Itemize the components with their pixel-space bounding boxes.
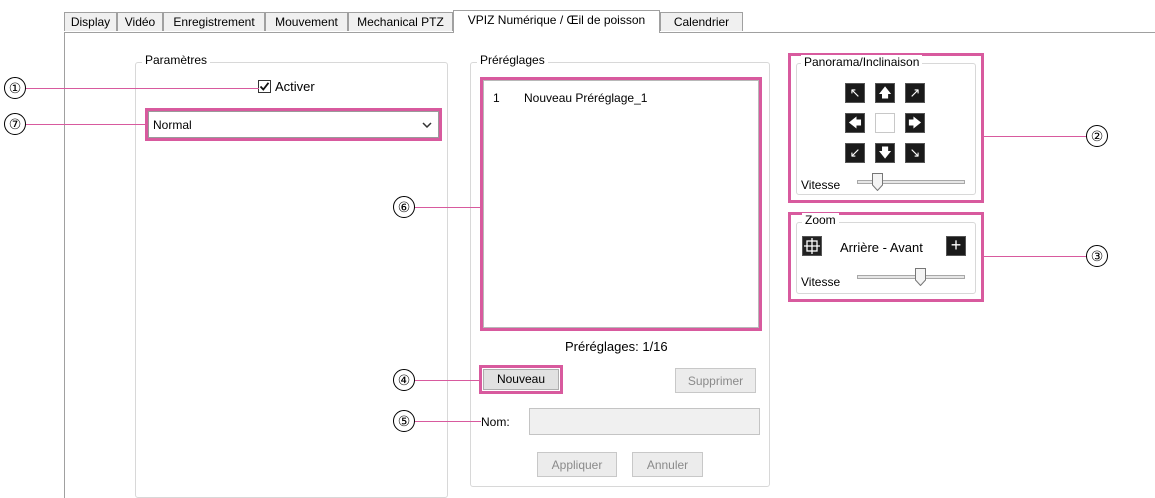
pan-center	[875, 113, 895, 133]
tab-mechanical-ptz[interactable]: Mechanical PTZ	[348, 12, 453, 31]
arrow-down-right-icon[interactable]: ↘	[905, 143, 925, 163]
nom-input[interactable]	[529, 408, 760, 435]
annuler-button[interactable]: Annuler	[632, 452, 703, 477]
callout-4-leader	[415, 380, 480, 381]
zoom-speed-slider[interactable]	[857, 275, 965, 279]
tab-enregistrement[interactable]: Enregistrement	[163, 12, 265, 31]
arrow-up-right-icon[interactable]: ↗	[905, 83, 925, 103]
zoom-in-icon[interactable]: +	[946, 236, 966, 256]
preset-count-label: Préréglages:	[565, 339, 639, 354]
callout-1-leader	[26, 88, 259, 89]
preset-count: Préréglages: 1/16	[565, 339, 668, 354]
appliquer-button[interactable]: Appliquer	[537, 452, 617, 477]
callout-6-leader	[415, 207, 481, 208]
preglages-legend: Préréglages	[477, 53, 548, 67]
callout-6: ⑥	[393, 196, 415, 218]
callout-5: ⑤	[393, 410, 415, 432]
panel-left-edge	[64, 32, 65, 498]
callout-7: ⑦	[4, 113, 26, 135]
callout-2-leader	[983, 136, 1086, 137]
callout-5-leader	[415, 421, 481, 422]
mode-select[interactable]: Normal	[148, 111, 439, 138]
chevron-down-icon	[422, 122, 432, 129]
callout-7-leader	[26, 124, 146, 125]
zoom-vitesse-label: Vitesse	[801, 275, 841, 289]
tab-calendrier[interactable]: Calendrier	[660, 12, 743, 31]
tab-video[interactable]: Vidéo	[117, 12, 163, 31]
panorama-speed-thumb[interactable]	[871, 173, 883, 191]
nouveau-button[interactable]: Nouveau	[483, 369, 559, 390]
panorama-legend: Panorama/Inclinaison	[801, 55, 923, 69]
parametres-legend: Paramètres	[142, 53, 211, 67]
arrow-down-icon[interactable]: 🡇	[875, 143, 895, 163]
tab-vpiz-numerique[interactable]: VPIZ Numérique / Œil de poisson	[453, 10, 660, 33]
supprimer-button[interactable]: Supprimer	[675, 368, 756, 393]
callout-3-leader	[983, 256, 1086, 257]
zoom-range-label: Arrière - Avant	[840, 240, 923, 255]
activer-label: Activer	[275, 79, 315, 94]
activer-checkbox[interactable]	[258, 80, 271, 93]
zoom-out-glyph	[804, 238, 820, 254]
tab-display[interactable]: Display	[64, 12, 117, 31]
tab-mouvement[interactable]: Mouvement	[265, 12, 348, 31]
panorama-vitesse-label: Vitesse	[801, 178, 841, 192]
arrow-right-icon[interactable]: 🡆	[905, 113, 925, 133]
preset-count-value: 1/16	[642, 339, 668, 354]
arrow-down-left-icon[interactable]: ↙	[845, 143, 865, 163]
checkmark-icon	[259, 82, 270, 91]
callout-4: ④	[393, 369, 415, 391]
zoom-speed-thumb[interactable]	[915, 268, 927, 286]
callout-highlight-6	[480, 77, 762, 331]
nom-label: Nom:	[481, 415, 510, 429]
callout-3: ③	[1086, 245, 1108, 267]
arrow-up-icon[interactable]: 🡅	[875, 83, 895, 103]
arrow-up-left-icon[interactable]: ↖	[845, 83, 865, 103]
callout-1: ①	[4, 77, 26, 99]
zoom-out-icon[interactable]	[802, 236, 822, 256]
mode-select-value: Normal	[153, 118, 192, 132]
callout-2: ②	[1086, 125, 1108, 147]
arrow-left-icon[interactable]: 🡄	[845, 113, 865, 133]
zoom-legend: Zoom	[802, 213, 839, 227]
